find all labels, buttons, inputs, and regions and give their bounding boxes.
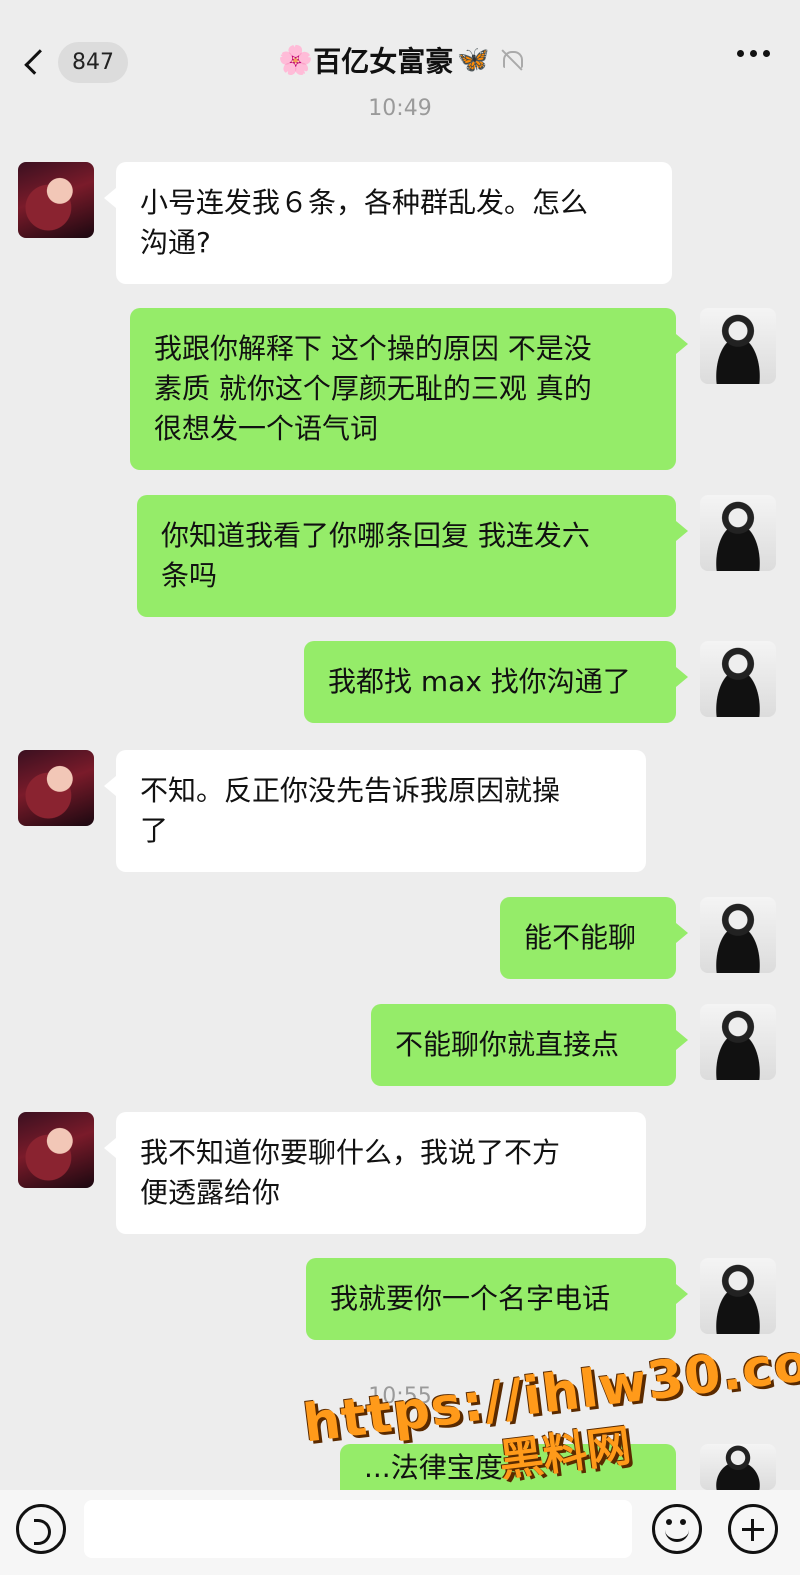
more-button[interactable] [737, 50, 770, 57]
chat-title-text: 百亿女富豪 [313, 45, 454, 78]
timestamp: 10:49 [368, 96, 432, 121]
sent-message[interactable]: 能不能聊 [500, 897, 688, 979]
butterfly-emoji: 🦋 [457, 45, 490, 75]
sent-message[interactable]: 我都找 max 找你沟通了 [304, 641, 688, 723]
my-avatar[interactable] [700, 495, 776, 571]
mute-bell-icon [500, 49, 523, 71]
my-avatar[interactable] [700, 1258, 776, 1334]
sent-message[interactable]: 你知道我看了你哪条回复 我连发六 条吗 [137, 495, 688, 617]
input-bar [0, 1490, 800, 1575]
more-icon [763, 50, 770, 57]
contact-avatar[interactable] [18, 162, 94, 238]
my-avatar[interactable] [700, 897, 776, 973]
more-icon [750, 50, 757, 57]
sent-message[interactable]: 我就要你一个名字电话 [306, 1258, 688, 1340]
sent-message[interactable]: 我跟你解释下 这个操的原因 不是没 素质 就你这个厚颜无耻的三观 真的 很想发一… [130, 308, 688, 470]
my-avatar[interactable] [700, 641, 776, 717]
received-message[interactable]: 小号连发我６条，各种群乱发。怎么 沟通? [104, 162, 672, 284]
received-message[interactable]: 不知。反正你没先告诉我原因就操 了 [104, 750, 646, 872]
chat-title: 🌸百亿女富豪 🦋 [0, 40, 800, 80]
voice-icon[interactable] [16, 1504, 66, 1554]
my-avatar[interactable] [700, 1004, 776, 1080]
contact-avatar[interactable] [18, 1112, 94, 1188]
flower-emoji: 🌸 [278, 43, 314, 77]
my-avatar[interactable] [700, 308, 776, 384]
more-icon [737, 50, 744, 57]
emoji-icon[interactable] [652, 1504, 702, 1554]
sent-message[interactable]: 不能聊你就直接点 [371, 1004, 688, 1086]
message-input[interactable] [84, 1500, 632, 1558]
plus-icon[interactable] [728, 1504, 778, 1554]
received-message[interactable]: 我不知道你要聊什么，我说了不方 便透露给你 [104, 1112, 646, 1234]
contact-avatar[interactable] [18, 750, 94, 826]
